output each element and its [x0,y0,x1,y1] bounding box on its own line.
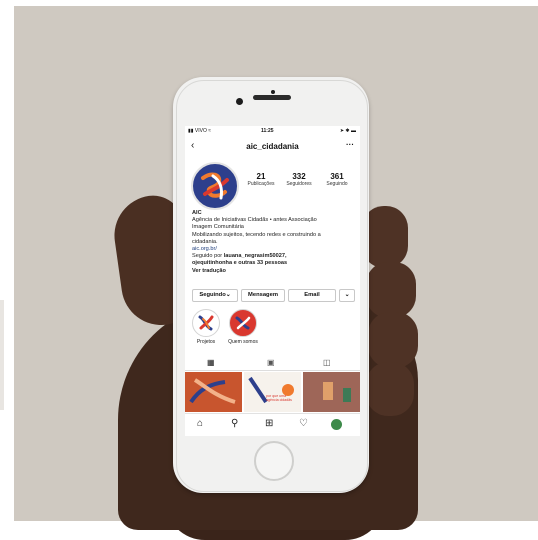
post-image [185,372,242,412]
edge-mark [0,300,4,410]
ribbon-icon [235,316,251,330]
clock: 11:25 [261,128,274,134]
highlight-projetos[interactable]: Projetos [190,309,222,345]
highlight-cover [229,309,257,337]
bio-line: Mobilizando sujeitos, tecendo redes e co… [192,231,321,238]
post-grid: por que uma agência cidadãs [185,372,360,412]
profile-header: ‹ aic_cidadania ··· [185,138,360,154]
message-button[interactable]: Mensagem [241,289,285,302]
heart-icon[interactable]: ♡ [299,418,308,429]
post-thumbnail[interactable] [303,372,360,412]
post-image [303,372,360,412]
profile-username: aic_cidadania [246,142,299,151]
proximity-sensor [271,90,275,94]
battery-icon: ➤ ✱ ▬ [339,128,356,134]
followed-prefix: Seguido por [192,253,224,260]
followers-label: Seguidores [286,181,312,187]
bio-line: cidadania. [192,238,218,245]
profile-avatar[interactable] [191,162,239,210]
email-button[interactable]: Email [288,289,336,302]
bio-line: Imagem Comunitária [192,224,244,231]
post-image [244,372,301,412]
igtv-icon[interactable]: ▣ [267,358,275,367]
finger-little [366,362,414,416]
profile-stats: 21 Publicações 332 Seguidores 361 Seguin… [241,172,359,196]
post-thumbnail[interactable] [185,372,242,412]
front-camera [236,98,243,105]
highlight-label: Projetos [196,339,216,345]
following-label: Seguindo [326,181,348,187]
grid-icon[interactable]: ▦ [207,358,215,367]
aic-logo-icon [201,172,229,200]
following-button[interactable]: Seguindo⌄ [192,289,238,302]
followers-number: 332 [292,172,306,181]
tagged-icon[interactable]: ◫ [323,358,331,367]
finger-ring [368,312,418,368]
phone-screen: ▮▮ VIVO ≈ 11:25 ➤ ✱ ▬ ‹ aic_cidadania ··… [185,126,360,436]
see-translation-link[interactable]: Ver tradução [192,268,226,274]
highlight-quem-somos[interactable]: Quem somos [227,309,259,345]
left-white-strip [0,0,14,521]
highlight-label: Quem somos [228,339,258,345]
followed-by[interactable]: Seguido por lauana_negrasim50027, [192,253,356,260]
following-number: 361 [330,172,344,181]
posts-count[interactable]: 21 Publicações [241,172,281,187]
plus-icon[interactable]: ⊞ [265,418,273,429]
finger-middle [366,262,416,318]
highlight-cover [192,309,220,337]
post-thumbnail[interactable]: por que uma agência cidadãs [244,372,301,412]
posts-number: 21 [256,172,266,181]
profile-actions: Seguindo⌄ Mensagem Email ⌄ [192,289,356,302]
status-bar: ▮▮ VIVO ≈ 11:25 ➤ ✱ ▬ [185,126,360,136]
profile-tabs: ▦ ▣ ◫ [185,356,360,371]
ribbon-icon [198,315,214,331]
followers-count[interactable]: 332 Seguidores [279,172,319,187]
home-button[interactable] [254,441,294,481]
post-caption: por que uma agência cidadãs [266,394,292,402]
bottom-navigation: ⌂ ⚲ ⊞ ♡ [185,413,360,436]
carrier: ▮▮ VIVO ≈ [188,128,211,134]
posts-label: Publicações [247,181,275,187]
followed-names: lauana_negrasim50027, [223,253,287,260]
followed-others[interactable]: ojequitinhonha e outras 33 pessoas [192,260,287,266]
suggestions-dropdown-button[interactable]: ⌄ [339,289,355,302]
profile-bio: AIC Agência de Iniciativas Cidadãs • ant… [192,210,356,275]
bio-line: Agência de Iniciativas Cidadãs • antes A… [192,217,317,224]
earpiece-speaker [253,95,291,100]
profile-name: AIC [192,210,202,216]
following-count[interactable]: 361 Seguindo [317,172,357,187]
avatar[interactable] [331,419,342,430]
ellipsis-icon[interactable]: ··· [346,140,354,149]
home-icon[interactable]: ⌂ [197,418,203,429]
bio-link[interactable]: aic.org.br/ [192,246,356,253]
search-icon[interactable]: ⚲ [231,418,238,429]
